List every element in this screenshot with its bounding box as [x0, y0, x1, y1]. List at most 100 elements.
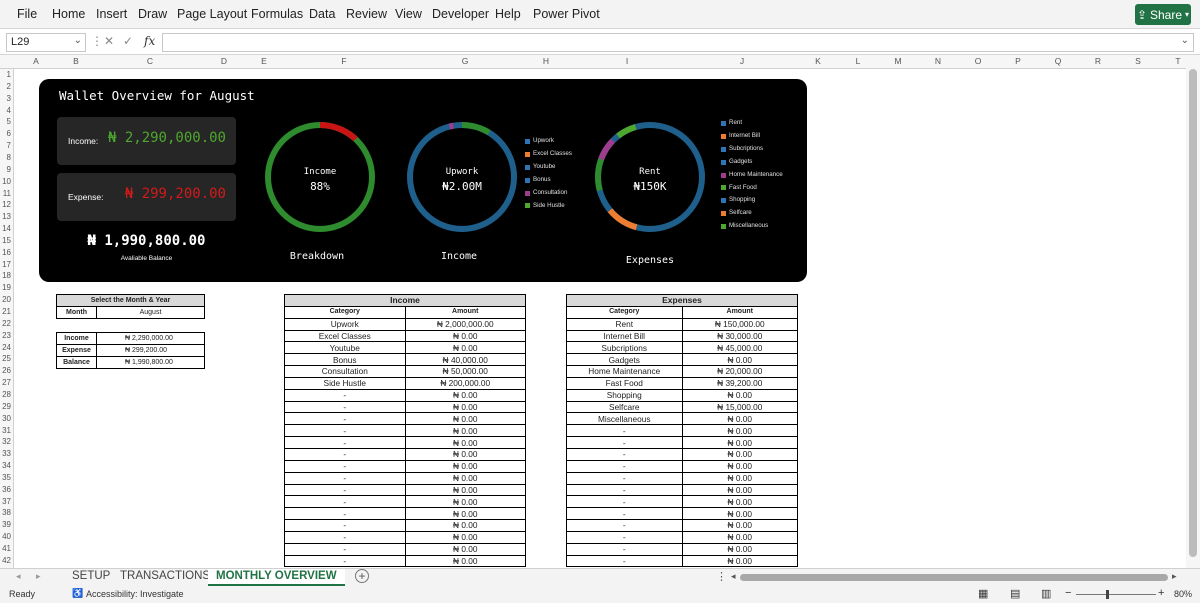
category-cell[interactable]: -: [566, 554, 683, 568]
column-header[interactable]: A: [33, 56, 39, 66]
row-header[interactable]: 36: [2, 484, 11, 496]
row-header[interactable]: 7: [7, 140, 11, 152]
row-header[interactable]: 35: [2, 472, 11, 484]
column-header[interactable]: P: [1015, 56, 1021, 66]
menu-insert[interactable]: Insert: [96, 7, 127, 21]
column-header[interactable]: I: [626, 56, 628, 66]
scroll-right-icon[interactable]: ▸: [1172, 571, 1177, 582]
next-sheet-icon[interactable]: ▸: [36, 571, 41, 582]
row-header[interactable]: 23: [2, 330, 11, 342]
row-header[interactable]: 19: [2, 282, 11, 294]
row-header[interactable]: 38: [2, 507, 11, 519]
category-cell[interactable]: -: [284, 459, 406, 473]
amount-cell[interactable]: ₦ 0.00: [681, 436, 798, 449]
row-header[interactable]: 6: [7, 128, 11, 140]
category-cell[interactable]: -: [284, 388, 406, 402]
amount-cell[interactable]: ₦ 0.00: [404, 495, 526, 509]
name-box[interactable]: L29 ⌄: [6, 33, 86, 52]
category-cell[interactable]: -: [284, 507, 406, 521]
row-header[interactable]: 30: [2, 413, 11, 425]
amount-cell[interactable]: ₦ 0.00: [681, 542, 798, 556]
row-header[interactable]: 25: [2, 353, 11, 365]
row-header[interactable]: 11: [3, 188, 11, 200]
row-header[interactable]: 42: [2, 555, 11, 567]
category-cell[interactable]: Upwork: [284, 317, 406, 331]
insert-function-icon[interactable]: fx: [144, 34, 155, 48]
month-dropdown[interactable]: August: [96, 306, 205, 319]
category-cell[interactable]: -: [566, 495, 683, 509]
row-header[interactable]: 28: [2, 389, 11, 401]
menu-help[interactable]: Help: [495, 7, 521, 21]
category-cell[interactable]: -: [566, 471, 683, 485]
zoom-out-icon[interactable]: −: [1065, 587, 1071, 599]
category-cell[interactable]: Selfcare: [566, 400, 683, 414]
amount-cell[interactable]: ₦ 0.00: [681, 459, 798, 473]
column-header[interactable]: M: [894, 56, 901, 66]
amount-cell[interactable]: ₦ 0.00: [681, 424, 798, 438]
row-header[interactable]: 22: [2, 318, 11, 330]
menu-draw[interactable]: Draw: [138, 7, 167, 21]
row-header[interactable]: 3: [7, 93, 11, 105]
column-header[interactable]: B: [73, 56, 79, 66]
category-cell[interactable]: -: [566, 483, 683, 497]
row-header[interactable]: 32: [2, 436, 11, 448]
amount-cell[interactable]: ₦ 15,000.00: [681, 400, 798, 414]
row-header[interactable]: 27: [2, 377, 11, 389]
menu-data[interactable]: Data: [309, 7, 335, 21]
amount-cell[interactable]: ₦ 0.00: [681, 507, 798, 521]
column-header[interactable]: Q: [1055, 56, 1062, 66]
row-header[interactable]: 26: [2, 365, 11, 377]
page-layout-view-icon[interactable]: ▤: [1010, 587, 1020, 600]
row-header[interactable]: 20: [2, 294, 11, 306]
column-header[interactable]: T: [1175, 56, 1180, 66]
amount-cell[interactable]: ₦ 0.00: [404, 507, 526, 521]
column-header[interactable]: E: [261, 56, 267, 66]
amount-cell[interactable]: ₦ 0.00: [681, 554, 798, 568]
amount-cell[interactable]: ₦ 0.00: [404, 554, 526, 568]
category-cell[interactable]: Rent: [566, 317, 683, 331]
row-header[interactable]: 40: [2, 531, 11, 543]
category-cell[interactable]: -: [284, 519, 406, 532]
amount-cell[interactable]: ₦ 0.00: [404, 519, 526, 532]
row-header[interactable]: 18: [2, 270, 11, 282]
amount-cell[interactable]: ₦ 0.00: [404, 436, 526, 449]
amount-cell[interactable]: ₦ 45,000.00: [681, 341, 798, 355]
category-cell[interactable]: Excel Classes: [284, 329, 406, 343]
amount-cell[interactable]: ₦ 0.00: [681, 471, 798, 485]
amount-cell[interactable]: ₦ 20,000.00: [681, 365, 798, 378]
column-header[interactable]: L: [856, 56, 861, 66]
category-cell[interactable]: -: [284, 424, 406, 438]
column-header[interactable]: S: [1135, 56, 1141, 66]
category-cell[interactable]: -: [284, 447, 406, 461]
menu-formulas[interactable]: Formulas: [251, 7, 303, 21]
category-cell[interactable]: -: [284, 400, 406, 414]
amount-cell[interactable]: ₦ 0.00: [404, 424, 526, 438]
row-header[interactable]: 41: [2, 543, 11, 555]
row-header[interactable]: 39: [2, 519, 11, 531]
amount-cell[interactable]: ₦ 30,000.00: [681, 329, 798, 343]
zoom-level[interactable]: 80%: [1174, 589, 1192, 599]
amount-cell[interactable]: ₦ 0.00: [681, 447, 798, 461]
menu-home[interactable]: Home: [52, 7, 85, 21]
category-cell[interactable]: Home Maintenance: [566, 365, 683, 378]
amount-cell[interactable]: ₦ 0.00: [404, 483, 526, 497]
amount-cell[interactable]: ₦ 0.00: [404, 341, 526, 355]
row-header[interactable]: 14: [2, 223, 11, 235]
row-header[interactable]: 17: [2, 259, 11, 271]
row-header[interactable]: 10: [2, 176, 11, 188]
category-cell[interactable]: Subcriptions: [566, 341, 683, 355]
chevron-down-icon[interactable]: ⌄: [74, 35, 82, 46]
row-header[interactable]: 5: [7, 116, 11, 128]
row-header[interactable]: 12: [2, 199, 11, 211]
accessibility-status[interactable]: Accessibility: Investigate: [86, 589, 184, 599]
category-cell[interactable]: Internet Bill: [566, 329, 683, 343]
category-cell[interactable]: Side Hustle: [284, 376, 406, 390]
amount-cell[interactable]: ₦ 0.00: [404, 412, 526, 426]
amount-cell[interactable]: ₦ 0.00: [404, 329, 526, 343]
amount-cell[interactable]: ₦ 0.00: [404, 542, 526, 556]
menu-view[interactable]: View: [395, 7, 422, 21]
amount-cell[interactable]: ₦ 0.00: [681, 388, 798, 402]
amount-cell[interactable]: ₦ 0.00: [681, 519, 798, 532]
category-cell[interactable]: Youtube: [284, 341, 406, 355]
amount-cell[interactable]: ₦ 0.00: [404, 471, 526, 485]
